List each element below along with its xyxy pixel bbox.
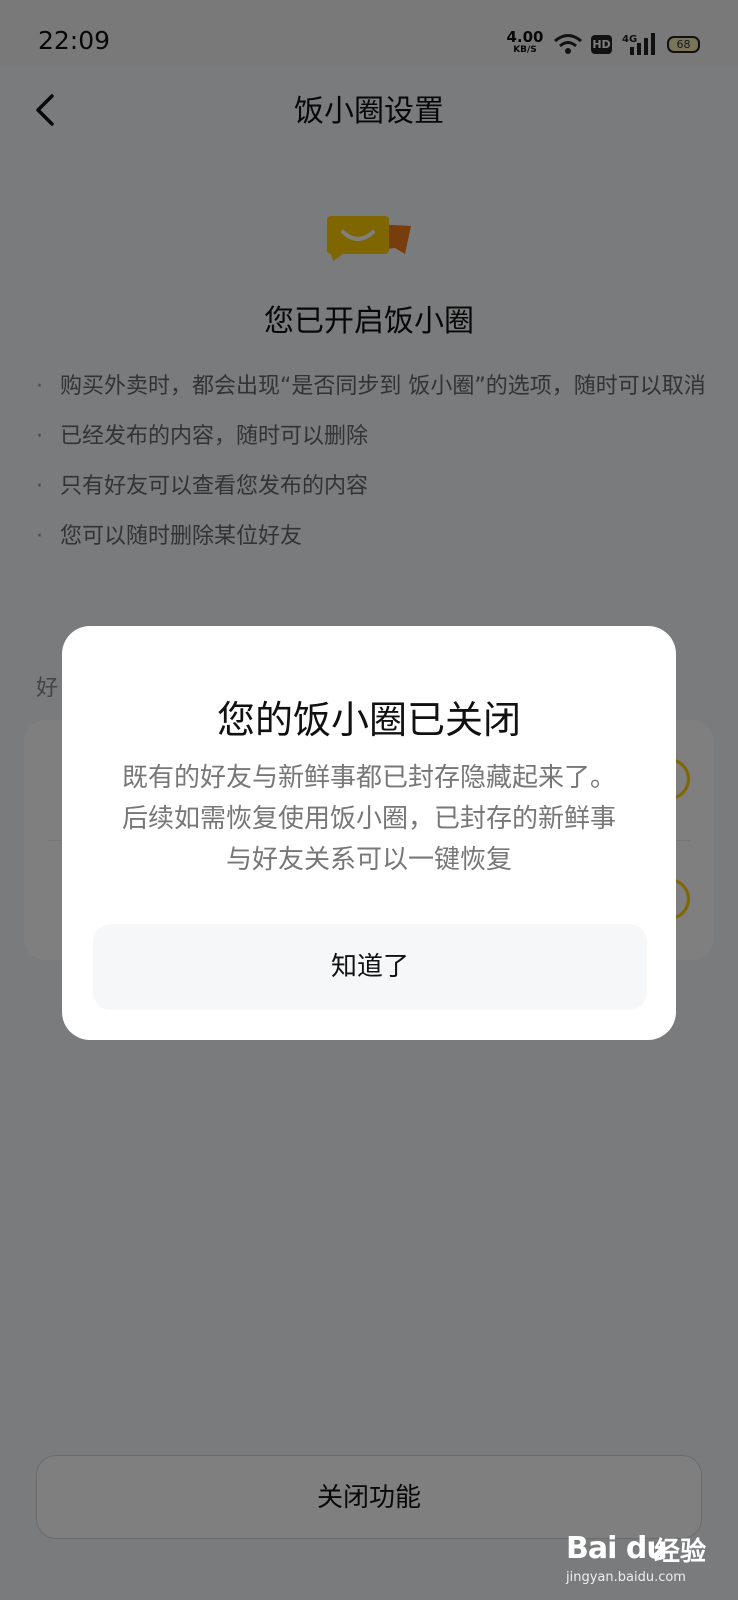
baidu-logo: Bai du — [566, 1531, 668, 1566]
dialog-title: 您的饭小圈已关闭 — [216, 698, 521, 742]
watermark-url: jingyan.baidu.com — [566, 1570, 686, 1585]
dialog-message: 既有的好友与新鲜事都已封存隐藏起来了。后续如需恢复使用饭小圈，已封存的新鲜事与好… — [121, 763, 616, 875]
closed-dialog: 您的饭小圈已关闭 既有的好友与新鲜事都已封存隐藏起来了。后续如需恢复使用饭小圈，… — [62, 626, 676, 1040]
watermark-text: 经验 — [654, 1537, 707, 1567]
baidu-watermark: Bai du 经验 jingyan.baidu.com — [566, 1515, 736, 1590]
got-it-button[interactable]: 知道了 — [93, 924, 647, 1010]
